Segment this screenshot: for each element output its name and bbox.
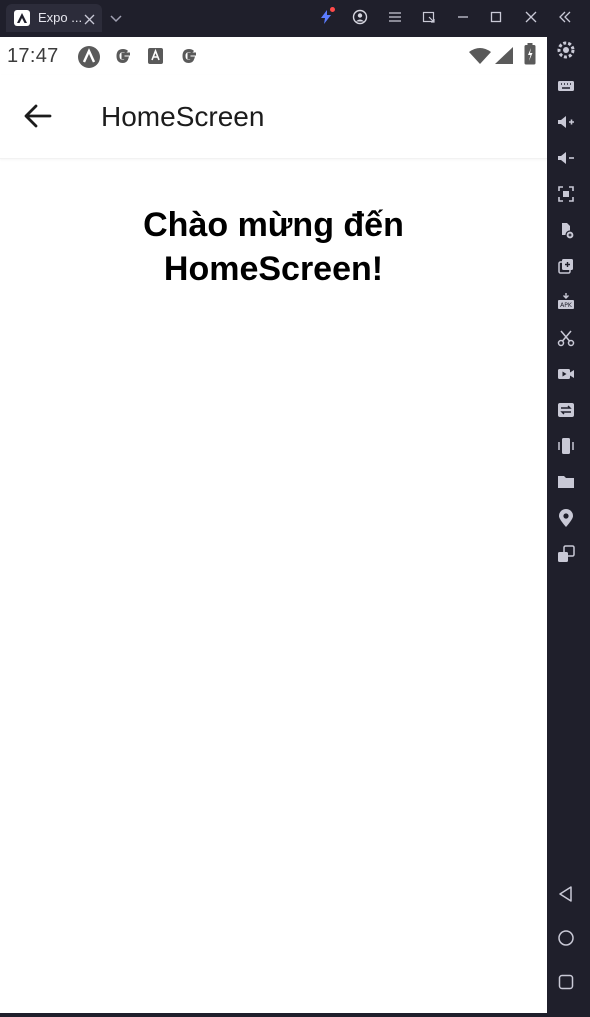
app-bar: HomeScreen: [0, 75, 547, 159]
keyboard-icon[interactable]: [556, 76, 576, 96]
translate-icon: [146, 45, 166, 72]
record-icon[interactable]: [556, 364, 576, 384]
app-icon-a: [77, 45, 101, 74]
svg-text:APK: APK: [560, 302, 573, 309]
external-window-icon[interactable]: [421, 9, 437, 25]
expo-icon: [14, 10, 30, 26]
minimize-icon[interactable]: [455, 9, 471, 25]
instance-manager-icon[interactable]: [556, 544, 576, 564]
home-nav-icon[interactable]: [556, 928, 576, 948]
browser-tab[interactable]: Expo ...: [6, 4, 102, 32]
welcome-line-2: HomeScreen!: [163, 250, 384, 288]
multi-instance-icon[interactable]: [556, 256, 576, 276]
collapse-sidebar-icon[interactable]: [557, 9, 573, 25]
shake-icon[interactable]: [556, 436, 576, 456]
folder-icon[interactable]: [556, 472, 576, 492]
phone-screen: 17:47 HomeScreen Chào mừng đến HomeScree…: [0, 37, 547, 1014]
wifi-icon: [468, 47, 492, 70]
volume-up-icon[interactable]: [556, 112, 576, 132]
location-icon[interactable]: [556, 508, 576, 528]
google-icon: [112, 45, 134, 72]
google-icon: [178, 45, 200, 72]
notification-dot: [330, 7, 335, 12]
close-icon[interactable]: [84, 12, 95, 30]
maximize-icon[interactable]: [488, 9, 504, 25]
window-bottom-border: [0, 1013, 547, 1017]
screenshot-icon[interactable]: [556, 184, 576, 204]
menu-icon[interactable]: [387, 9, 403, 25]
welcome-line-1: Chào mừng đến: [143, 206, 404, 244]
tab-title: Expo ...: [38, 10, 83, 25]
chevron-down-icon[interactable]: [110, 10, 122, 28]
battery-icon: [524, 43, 536, 70]
account-icon[interactable]: [352, 9, 368, 25]
status-time: 17:47: [7, 45, 59, 67]
status-bar: 17:47: [0, 37, 547, 75]
signal-icon: [494, 47, 514, 70]
cut-icon[interactable]: [556, 328, 576, 348]
rotate-icon[interactable]: [556, 220, 576, 240]
settings-icon[interactable]: [556, 40, 576, 60]
sync-icon[interactable]: [556, 400, 576, 420]
recents-nav-icon[interactable]: [556, 972, 576, 992]
back-nav-icon[interactable]: [556, 884, 576, 904]
close-window-icon[interactable]: [523, 9, 539, 25]
emulator-sidebar: APK: [547, 34, 590, 1017]
welcome-message: Chào mừng đến HomeScreen!: [0, 203, 547, 291]
apk-install-icon[interactable]: APK: [556, 292, 576, 312]
page-title: HomeScreen: [101, 101, 265, 132]
volume-down-icon[interactable]: [556, 148, 576, 168]
window-titlebar: Expo ...: [0, 0, 590, 34]
bolt-icon[interactable]: [318, 7, 335, 25]
back-arrow-icon[interactable]: [22, 100, 54, 132]
